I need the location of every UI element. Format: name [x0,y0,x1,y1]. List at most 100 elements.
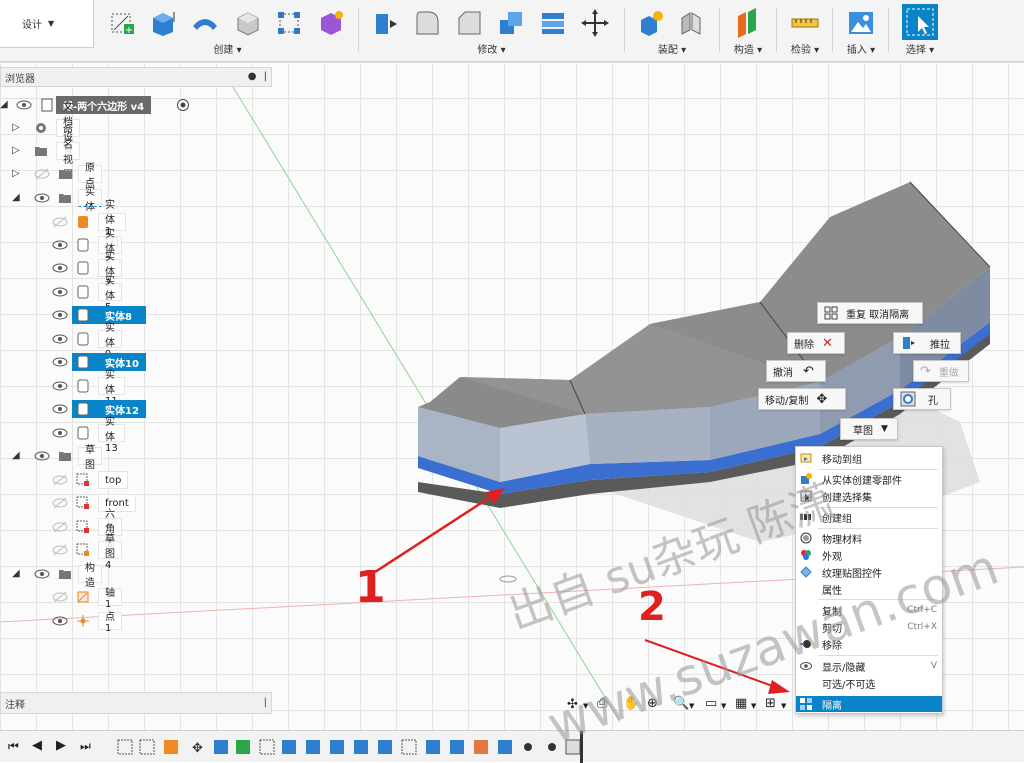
modify-group-label[interactable]: 修改 ▾ [364,41,619,56]
eye-icon[interactable] [52,403,68,415]
go-to-start-icon[interactable]: ⏮ [8,739,19,754]
new-component-icon[interactable] [636,8,666,38]
combine-icon[interactable] [496,8,526,38]
offset-plane-icon[interactable] [732,8,762,38]
joint-icon[interactable] [676,8,706,38]
assemble-group: 装配 ▾ [628,0,716,62]
body-label: 实体5 [98,276,122,313]
eye-icon[interactable] [52,356,68,368]
redo-button[interactable]: ↷ 重做 [913,360,969,382]
form-icon[interactable] [316,8,346,38]
play-icon[interactable]: ▶ [56,738,66,753]
grid-settings-icon[interactable]: ▦ [735,696,747,711]
eye-hidden-icon[interactable] [52,474,68,486]
eye-icon[interactable] [16,99,32,111]
collapse-triangle-icon[interactable]: ◢ [12,192,24,204]
collapse-triangle-icon[interactable]: ◢ [12,568,24,580]
insert-image-icon[interactable] [846,8,876,38]
create-sketch-icon[interactable]: + [108,8,138,38]
delete-button[interactable]: 删除 ✕ [787,332,845,354]
panel-pin-icon[interactable]: | [264,697,267,708]
ribbon-toolbar: 设计 ▼ + 创建 ▾ 修改 ▾ 装配 ▾ 构造 ▾ 检验 ▾ 插入 ▾ 选择 … [0,0,1024,62]
split-body-icon[interactable] [538,8,568,38]
eye-icon[interactable] [52,380,68,392]
step-back-icon[interactable]: ◀ [32,738,42,753]
inspect-group-label[interactable]: 检验 ▾ [780,41,830,56]
select-group-label[interactable]: 选择 ▾ [892,41,948,56]
activate-radio-icon[interactable] [176,98,190,112]
revolve-icon[interactable] [190,8,220,38]
point-icon [77,615,89,627]
inspect-group: 检验 ▾ [780,0,830,62]
menu-divider [818,469,938,470]
box-icon[interactable] [232,8,262,38]
collapse-triangle-icon[interactable]: ◢ [0,99,12,111]
pattern-icon[interactable] [274,8,304,38]
svg-text:+: + [125,25,133,36]
eye-icon[interactable] [34,192,50,204]
eye-icon[interactable] [34,450,50,462]
extrude-icon[interactable] [148,8,178,38]
viewports-icon[interactable]: ⊞ [765,696,776,711]
eye-icon[interactable] [52,615,68,627]
body-label: 实体9 [98,323,122,360]
timeline-bar: ⏮ ◀ ▶ ⏭ ✥ [0,730,1024,763]
menu-item-move-to-group[interactable]: 移动到组 [796,450,942,466]
construction-label: 轴1 [98,588,122,610]
chamfer-icon[interactable] [454,8,484,38]
redo-arrow-icon: ↷ [920,363,931,379]
timeline-features[interactable]: ✥ [116,737,586,757]
collapse-icon[interactable]: ● [248,71,257,82]
eye-icon[interactable] [34,568,50,580]
notes-panel-header[interactable]: 注释 | [0,692,272,714]
chevron-down-icon[interactable]: ▼ [721,702,726,710]
undo-button[interactable]: 撤消 ↶ [766,360,826,382]
menu-item-isolate[interactable]: 隔离 [796,696,942,712]
eye-hidden-icon[interactable] [52,521,68,533]
chevron-down-icon[interactable]: ▼ [751,702,756,710]
press-pull-button[interactable]: 推拉 [893,332,961,354]
body-icon [78,216,88,228]
assemble-group-label[interactable]: 装配 ▾ [628,41,716,56]
eye-hidden-icon[interactable] [52,591,68,603]
sketches-folder-label: 草图 [78,445,102,471]
repeat-unisolate-button[interactable]: 重复 取消隔离 [817,302,923,324]
insert-group-label[interactable]: 插入 ▾ [836,41,886,56]
eye-hidden-icon[interactable] [52,544,68,556]
eye-icon[interactable] [52,286,68,298]
go-to-end-icon[interactable]: ⏭ [80,739,91,754]
collapse-triangle-icon[interactable]: ◢ [12,450,24,462]
construct-group-label[interactable]: 构造 ▾ [722,41,774,56]
browser-root-row[interactable]: ◢ 绿-两个六边形 v4 [0,95,200,115]
expand-triangle-icon[interactable]: ▷ [12,145,24,157]
panel-pin-icon[interactable]: | [264,71,267,82]
texture-map-icon [800,566,812,578]
measure-icon[interactable] [790,8,820,38]
eye-icon[interactable] [52,309,68,321]
eye-icon[interactable] [52,239,68,251]
move-icon[interactable] [580,8,610,38]
eye-hidden-icon[interactable] [34,168,50,180]
expand-triangle-icon[interactable]: ▷ [12,122,24,134]
menu-item-selectable[interactable]: 可选/不可选 [796,675,942,691]
bodies-folder-label: 实体 [78,187,102,213]
create-group-label[interactable]: 创建 ▾ [100,41,355,56]
eye-icon[interactable] [52,262,68,274]
sketch-dropdown-button[interactable]: 草图 ▼ [840,418,898,440]
expand-triangle-icon[interactable]: ▷ [12,168,24,180]
chevron-down-icon: ▼ [881,424,888,434]
chevron-down-icon[interactable]: ▼ [781,702,786,710]
eye-hidden-icon[interactable] [52,497,68,509]
move-copy-button[interactable]: 移动/复制 ✥ [758,388,846,410]
fillet-icon[interactable] [412,8,442,38]
select-arrow-icon[interactable] [902,4,938,40]
eye-icon[interactable] [52,333,68,345]
folder-icon [59,570,71,579]
eye-hidden-icon[interactable] [52,216,68,228]
press-pull-icon[interactable] [370,8,400,38]
browser-controls: ● | [248,71,267,82]
hole-button[interactable]: 孔 [893,388,951,410]
annotation-arrowhead-2 [768,680,790,694]
eye-icon[interactable] [52,427,68,439]
workspace-switcher[interactable]: 设计 ▼ [0,0,94,48]
